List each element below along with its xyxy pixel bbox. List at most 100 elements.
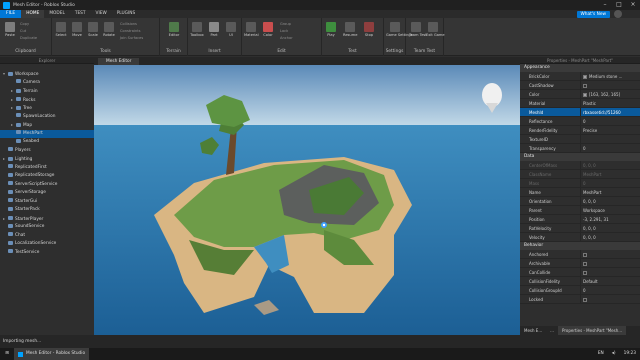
property-section-header[interactable]: Behavior	[520, 242, 640, 250]
checkbox[interactable]	[583, 253, 587, 257]
property-value[interactable]	[580, 81, 640, 89]
tab-model[interactable]: MODEL	[44, 10, 70, 18]
checkbox[interactable]	[583, 298, 587, 302]
property-row[interactable]: CenterOfMass 0, 0, 0	[520, 161, 640, 170]
explorer-item[interactable]: ReplicatedStorage	[0, 172, 94, 181]
join-surfaces-toggle[interactable]: Join Surfaces	[120, 36, 143, 40]
paste-button[interactable]: Paste	[3, 22, 17, 37]
minimize-button[interactable]: –	[598, 0, 612, 10]
material-button[interactable]: Material	[244, 22, 259, 37]
tab-plugins[interactable]: PLUGINS	[112, 10, 140, 18]
property-row[interactable]: CastShadow	[520, 81, 640, 90]
stop-button[interactable]: Stop	[362, 22, 376, 37]
group-button[interactable]: Group	[280, 22, 291, 26]
duplicate-button[interactable]: Duplicate	[20, 36, 37, 40]
maximize-button[interactable]: □	[612, 0, 626, 10]
property-value[interactable]: 0, 0, 0	[580, 197, 640, 205]
team-test-button[interactable]: Team Test	[409, 22, 427, 37]
property-row[interactable]: RotVelocity 0, 0, 0	[520, 224, 640, 233]
explorer-item[interactable]: MeshPart	[0, 129, 94, 138]
resume-button[interactable]: Resume	[343, 22, 357, 37]
explorer-item[interactable]: Camera	[0, 79, 94, 88]
property-row[interactable]: RenderFidelity Precise	[520, 126, 640, 135]
user-avatar[interactable]	[614, 10, 622, 18]
explorer-item[interactable]: ServerScriptService	[0, 181, 94, 190]
property-value[interactable]: 0	[580, 117, 640, 125]
ui-button[interactable]: UI	[224, 22, 238, 37]
property-value[interactable]: Workspace	[580, 206, 640, 214]
whats-new-button[interactable]: What's New	[576, 11, 610, 18]
property-row[interactable]: Velocity 0, 0, 0	[520, 233, 640, 242]
scale-button[interactable]: Scale	[86, 22, 100, 37]
game-settings-button[interactable]: Game Settings	[386, 22, 413, 37]
property-row[interactable]: CollisionFidelity Default	[520, 277, 640, 286]
property-value[interactable]	[580, 268, 640, 276]
tab-test[interactable]: TEST	[70, 10, 91, 18]
explorer-item[interactable]: ReplicatedFirst	[0, 164, 94, 173]
property-row[interactable]: CollisionGroupId 0	[520, 286, 640, 295]
property-value[interactable]: 0, 0, 0	[580, 161, 640, 169]
property-value[interactable]: 0	[580, 144, 640, 152]
file-menu-button[interactable]: FILE	[0, 10, 22, 18]
property-value[interactable]: MeshPart	[580, 170, 640, 178]
checkbox[interactable]	[583, 271, 587, 275]
property-section-header[interactable]: Appearance	[520, 64, 640, 72]
explorer-item[interactable]: ▸ Map	[0, 121, 94, 130]
language-indicator[interactable]: EN	[594, 348, 608, 360]
tab-mesh-editor[interactable]: Mesh Editor	[98, 58, 140, 65]
explorer-item[interactable]: SoundService	[0, 223, 94, 232]
property-row[interactable]: TextureID	[520, 135, 640, 144]
property-row[interactable]: MeshId rbxassetid://51260	[520, 108, 640, 117]
start-button[interactable]: ⊞	[0, 348, 14, 360]
terrain-editor-button[interactable]: Editor	[167, 22, 181, 37]
tab-mesh-editor-panel[interactable]: Mesh E...	[520, 326, 546, 335]
tab-view[interactable]: VIEW	[91, 10, 112, 18]
constraints-toggle[interactable]: Constraints	[120, 29, 141, 33]
close-button[interactable]: ×	[626, 0, 640, 10]
explorer-item[interactable]: ▸ Terrain	[0, 87, 94, 96]
property-value[interactable]: Medium stone ...	[580, 72, 640, 80]
property-row[interactable]: Color [163, 162, 165]	[520, 90, 640, 99]
cut-button[interactable]: Cut	[20, 29, 26, 33]
explorer-item[interactable]: StarterGui	[0, 198, 94, 207]
property-row[interactable]: Position -3, 2.291, 31	[520, 215, 640, 224]
property-row[interactable]: ClassName MeshPart	[520, 170, 640, 179]
property-row[interactable]: BrickColor Medium stone ...	[520, 72, 640, 81]
explorer-item[interactable]: TestService	[0, 249, 94, 258]
property-value[interactable]	[580, 295, 640, 303]
explorer-item[interactable]: ▾ Workspace	[0, 70, 94, 79]
taskbar-app-roblox-studio[interactable]: Mesh Editor - Roblox Studio	[14, 348, 90, 360]
collisions-toggle[interactable]: Collisions	[120, 22, 137, 26]
property-section-header[interactable]: Data	[520, 153, 640, 161]
property-row[interactable]: CanCollide	[520, 268, 640, 277]
toolbox-button[interactable]: Toolbox	[190, 22, 204, 37]
property-row[interactable]: Orientation 0, 0, 0	[520, 197, 640, 206]
color-swatch[interactable]	[583, 93, 587, 97]
tab-home[interactable]: HOME	[21, 10, 45, 18]
property-row[interactable]: Parent Workspace	[520, 206, 640, 215]
property-row[interactable]: Reflectance 0	[520, 117, 640, 126]
explorer-item[interactable]: ▸ Rocks	[0, 96, 94, 105]
property-row[interactable]: Transparency 0	[520, 144, 640, 153]
property-row[interactable]: Locked	[520, 295, 640, 304]
property-value[interactable]: 0	[580, 286, 640, 294]
property-value[interactable]: MeshPart	[580, 188, 640, 196]
property-value[interactable]: -3, 2.291, 31	[580, 215, 640, 223]
explorer-item[interactable]: ▸ Tree	[0, 104, 94, 113]
exit-game-button[interactable]: Exit Game	[426, 22, 445, 37]
property-row[interactable]: Material Plastic	[520, 99, 640, 108]
property-row[interactable]: Name MeshPart	[520, 188, 640, 197]
select-button[interactable]: Select	[54, 22, 68, 37]
tab-more[interactable]: ...	[546, 326, 558, 335]
explorer-item[interactable]: LocalizationService	[0, 240, 94, 249]
color-button[interactable]: Color	[261, 22, 275, 37]
property-value[interactable]	[580, 259, 640, 267]
property-value[interactable]: Plastic	[580, 99, 640, 107]
move-gizmo[interactable]	[321, 222, 327, 228]
rotate-button[interactable]: Rotate	[102, 22, 116, 37]
property-value[interactable]	[580, 135, 640, 143]
explorer-item[interactable]: ▸ StarterPlayer	[0, 215, 94, 224]
property-value[interactable]: Precise	[580, 126, 640, 134]
property-value[interactable]: 0	[580, 179, 640, 187]
clock[interactable]: 19:23	[620, 348, 640, 360]
